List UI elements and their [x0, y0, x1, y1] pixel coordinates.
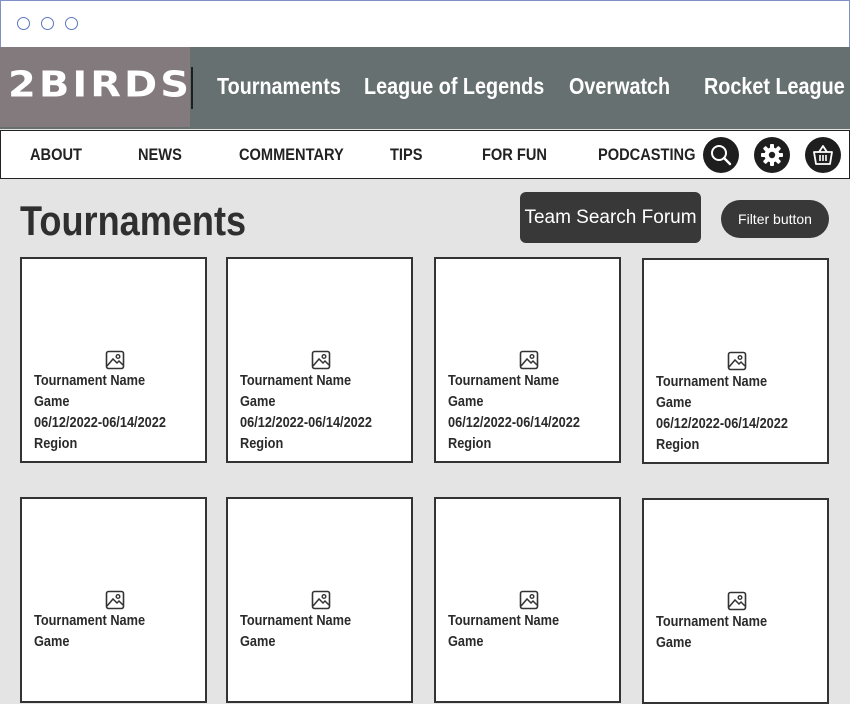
window-control-dot[interactable]	[65, 17, 78, 30]
window-control-dot[interactable]	[41, 17, 54, 30]
tournament-dates: 06/12/2022-06/14/2022	[656, 416, 788, 432]
image-placeholder-icon	[105, 590, 125, 610]
subnav-for-fun[interactable]: FOR FUN	[482, 145, 547, 165]
tournament-region: Region	[240, 436, 284, 452]
nav-link-overwatch[interactable]: Overwatch	[569, 73, 670, 100]
tournament-name: Tournament Name	[34, 373, 146, 389]
image-placeholder-icon	[311, 350, 331, 370]
cart-button[interactable]	[805, 137, 841, 173]
subnav-tips[interactable]: TIPS	[390, 145, 423, 165]
tournament-card[interactable]: Tournament Name Game	[20, 497, 207, 703]
tournament-name: Tournament Name	[656, 374, 768, 390]
subnav-news[interactable]: NEWS	[138, 145, 182, 165]
image-placeholder-icon	[105, 350, 125, 370]
nav-link-tournaments[interactable]: Tournaments	[217, 73, 341, 100]
image-placeholder-icon	[519, 350, 539, 370]
gear-icon	[761, 144, 783, 166]
subnav-about[interactable]: ABOUT	[30, 145, 82, 165]
tournament-game: Game	[448, 394, 484, 410]
tournament-card[interactable]: Tournament Name Game 06/12/2022-06/14/20…	[226, 257, 413, 463]
logo[interactable]: 2BIRDS	[0, 47, 190, 127]
browser-window-bar	[0, 0, 850, 47]
tournament-game: Game	[240, 394, 276, 410]
tournament-game: Game	[34, 394, 70, 410]
filter-button[interactable]: Filter button	[721, 200, 829, 238]
nav-link-league-of-legends[interactable]: League of Legends	[364, 73, 544, 100]
subnav-podcasting[interactable]: PODCASTING	[598, 145, 695, 165]
tournament-name: Tournament Name	[448, 613, 560, 629]
tournament-card[interactable]: Tournament Name Game	[226, 497, 413, 703]
tournament-name: Tournament Name	[240, 373, 352, 389]
tournament-game: Game	[656, 635, 692, 651]
tournament-dates: 06/12/2022-06/14/2022	[34, 415, 166, 431]
basket-icon	[813, 145, 833, 165]
settings-button[interactable]	[754, 137, 790, 173]
tournament-region: Region	[34, 436, 78, 452]
tournament-game: Game	[448, 634, 484, 650]
page-title: Tournaments	[20, 197, 247, 244]
tournament-name: Tournament Name	[448, 373, 560, 389]
tournament-card[interactable]: Tournament Name Game	[434, 497, 621, 703]
tournament-dates: 06/12/2022-06/14/2022	[448, 415, 580, 431]
sub-navigation: ABOUT NEWS COMMENTARY TIPS FOR FUN PODCA…	[0, 130, 850, 179]
window-control-dot[interactable]	[17, 17, 30, 30]
nav-link-rocket-league[interactable]: Rocket League	[704, 73, 845, 100]
team-search-forum-button[interactable]: Team Search Forum	[520, 192, 701, 243]
tournament-game: Game	[34, 634, 70, 650]
image-placeholder-icon	[519, 590, 539, 610]
tournament-name: Tournament Name	[34, 613, 146, 629]
logo-text: 2BIRDS	[8, 64, 193, 106]
header-divider	[191, 67, 193, 109]
search-button[interactable]	[703, 137, 739, 173]
tournament-name: Tournament Name	[656, 614, 768, 630]
tournament-card[interactable]: Tournament Name Game 06/12/2022-06/14/20…	[642, 258, 829, 464]
tournament-game: Game	[240, 634, 276, 650]
tournament-dates: 06/12/2022-06/14/2022	[240, 415, 372, 431]
tournament-region: Region	[656, 437, 700, 453]
tournament-card[interactable]: Tournament Name Game 06/12/2022-06/14/20…	[434, 257, 621, 463]
tournament-card[interactable]: Tournament Name Game	[642, 498, 829, 704]
image-placeholder-icon	[727, 591, 747, 611]
image-placeholder-icon	[727, 351, 747, 371]
tournament-name: Tournament Name	[240, 613, 352, 629]
image-placeholder-icon	[311, 590, 331, 610]
search-icon	[711, 145, 732, 166]
subnav-commentary[interactable]: COMMENTARY	[239, 145, 344, 165]
tournament-card[interactable]: Tournament Name Game 06/12/2022-06/14/20…	[20, 257, 207, 463]
site-header: 2BIRDS Tournaments League of Legends Ove…	[0, 47, 850, 129]
tournament-region: Region	[448, 436, 492, 452]
tournament-game: Game	[656, 395, 692, 411]
